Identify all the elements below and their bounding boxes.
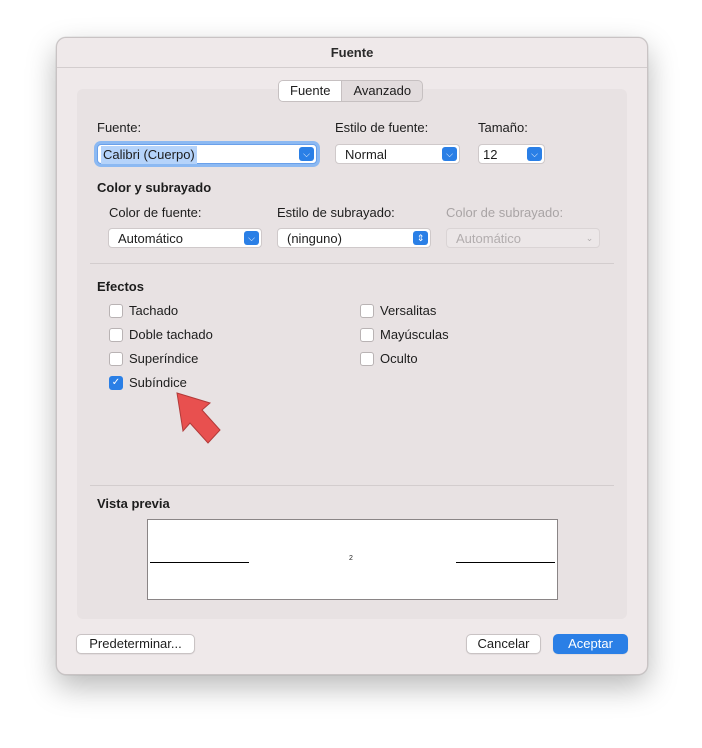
preview-heading: Vista previa [97,496,170,511]
subscript-checkbox[interactable]: ✓ [109,376,123,390]
tab-fuente[interactable]: Fuente [279,81,343,101]
small-caps-checkbox[interactable] [360,304,374,318]
preview-baseline-left [150,562,249,563]
color-section-heading: Color y subrayado [97,180,212,195]
hidden-label: Oculto [380,351,418,366]
tab-bar: Fuente Avanzado [278,80,424,102]
up-down-chevron-icon: ⇕ [413,231,428,245]
underline-style-label: Estilo de subrayado: [277,205,395,220]
chevron-down-icon: ⌵ [299,147,314,161]
checkmark-icon: ✓ [111,377,121,388]
chevron-down-icon: ⌄ [585,233,594,243]
tab-avanzado[interactable]: Avanzado [342,81,422,101]
preview-sample-text: 2 [349,555,353,562]
strikethrough-label: Tachado [129,303,179,318]
chevron-down-icon: ⌵ [527,147,542,161]
preview-box: 2 [147,519,558,600]
underline-style-select[interactable]: (ninguno) ⇕ [277,228,431,248]
font-style-value: Normal [345,147,387,162]
font-size-select[interactable]: 12 ⌵ [478,144,545,164]
font-color-select[interactable]: Automático ⌵ [108,228,262,248]
font-style-select[interactable]: Normal ⌵ [335,144,460,164]
font-select-value: Calibri (Cuerpo) [101,146,197,164]
divider [90,263,614,264]
font-color-label: Color de fuente: [109,205,202,220]
strikethrough-checkbox[interactable] [109,304,123,318]
underline-style-value: (ninguno) [287,231,342,246]
font-size-value: 12 [483,147,498,162]
annotation-arrow-icon [176,392,221,444]
all-caps-label: Mayúsculas [380,327,449,342]
chevron-down-icon: ⌵ [442,147,457,161]
superscript-checkbox[interactable] [109,352,123,366]
small-caps-label: Versalitas [380,303,437,318]
cancel-button[interactable]: Cancelar [466,634,541,654]
font-size-label: Tamaño: [478,120,528,135]
dialog-title: Fuente [57,38,647,68]
divider [90,485,614,486]
chevron-down-icon: ⌵ [244,231,259,245]
font-select[interactable]: Calibri (Cuerpo) ⌵ [97,144,317,164]
font-style-label: Estilo de fuente: [335,120,429,135]
double-strikethrough-label: Doble tachado [129,327,213,342]
subscript-label: Subíndice [129,375,187,390]
double-strikethrough-checkbox[interactable] [109,328,123,342]
font-color-value: Automático [118,231,184,246]
hidden-checkbox[interactable] [360,352,374,366]
font-label: Fuente: [97,120,142,135]
ok-button[interactable]: Aceptar [553,634,628,654]
effects-heading: Efectos [97,279,144,294]
default-button[interactable]: Predeterminar... [76,634,195,654]
font-dialog: Fuente Fuente Avanzado Fuente: Calibri (… [56,37,648,675]
underline-color-select: Automático ⌄ [446,228,600,248]
all-caps-checkbox[interactable] [360,328,374,342]
superscript-label: Superíndice [129,351,199,366]
underline-color-label: Color de subrayado: [446,205,564,220]
underline-color-value: Automático [456,231,522,246]
preview-baseline-right [456,562,555,563]
